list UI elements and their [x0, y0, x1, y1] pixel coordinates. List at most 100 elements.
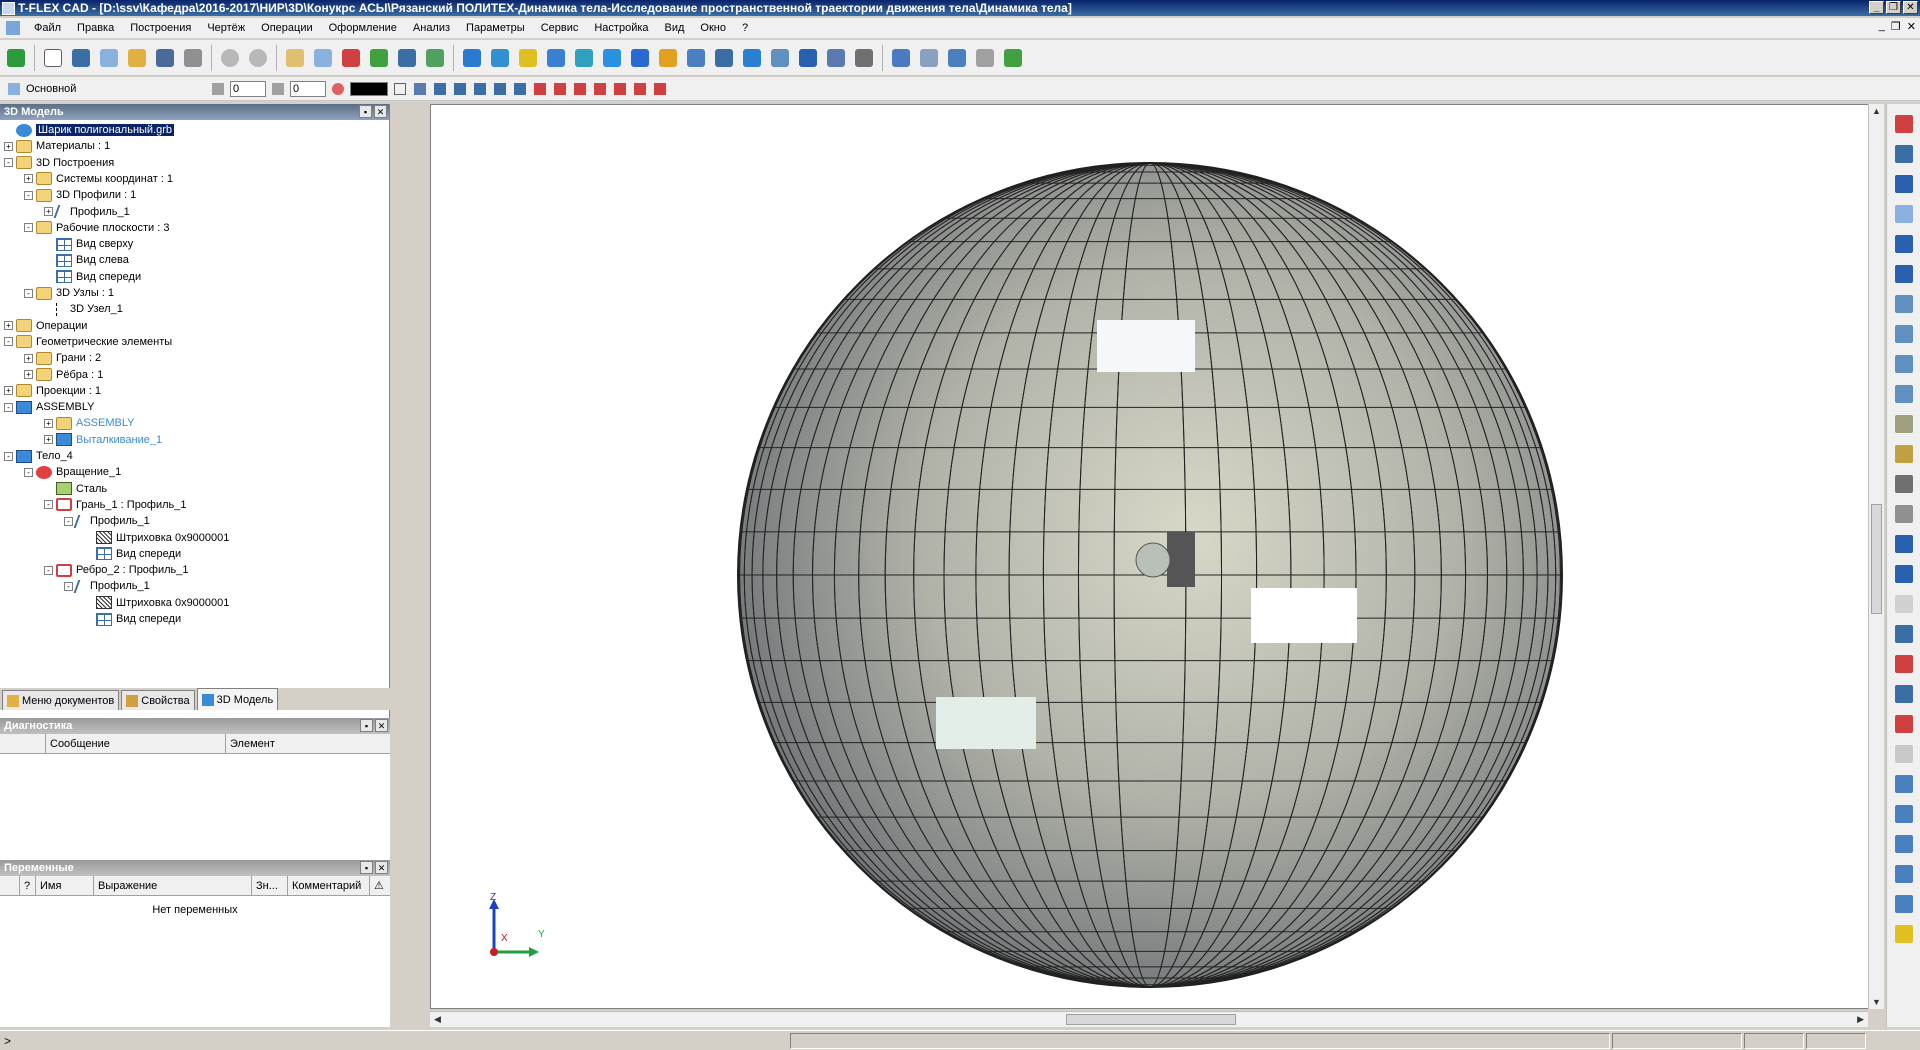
expand-icon[interactable]: +: [4, 386, 13, 396]
menu-help[interactable]: ?: [734, 22, 756, 34]
tree-item[interactable]: Вид спереди: [44, 269, 141, 285]
menu-analysis[interactable]: Анализ: [405, 22, 458, 34]
tree-item[interactable]: Вид спереди: [84, 611, 181, 627]
axis-icon[interactable]: [395, 46, 419, 70]
tree-item[interactable]: Штриховка 0x9000001: [84, 530, 229, 546]
var-col-expr[interactable]: Выражение: [94, 876, 252, 895]
level-field[interactable]: 0: [230, 80, 266, 97]
copy-icon[interactable]: [1892, 592, 1916, 616]
menu-design[interactable]: Оформление: [321, 22, 405, 34]
save-icon[interactable]: [153, 46, 177, 70]
menu-construct[interactable]: Построения: [122, 22, 199, 34]
tree-item[interactable]: - Грань_1 : Профиль_1: [44, 497, 187, 513]
window-grid-icon[interactable]: [1001, 46, 1025, 70]
snap-icon-2[interactable]: [452, 81, 468, 97]
tree-item[interactable]: - Профиль_1: [64, 578, 150, 594]
extrude-icon[interactable]: [460, 46, 484, 70]
tree-item[interactable]: - Геометрические элементы: [4, 334, 172, 350]
expand-icon[interactable]: +: [24, 353, 33, 363]
snap-icon-10[interactable]: [612, 81, 628, 97]
horizontal-scrollbar[interactable]: ◀ ▶: [430, 1011, 1868, 1027]
tree-item[interactable]: - Профиль_1: [64, 513, 150, 529]
document-icon[interactable]: [6, 21, 20, 35]
tree-item[interactable]: + Грани : 2: [24, 350, 101, 366]
rotate-icon[interactable]: [488, 46, 512, 70]
collapse-icon[interactable]: -: [24, 467, 33, 477]
undo-icon[interactable]: [218, 46, 242, 70]
collapse-icon[interactable]: -: [64, 516, 73, 526]
check-edges-icon[interactable]: [1892, 682, 1916, 706]
tree-item[interactable]: + Операции: [4, 318, 87, 334]
cut-icon[interactable]: [684, 46, 708, 70]
model-tree[interactable]: Шарик полигональный.grb + Материалы : 1 - 3D…: [0, 120, 389, 694]
command-prompt[interactable]: >: [0, 1034, 790, 1048]
tree-item[interactable]: + Рёбра : 1: [24, 367, 103, 383]
tree-item[interactable]: - 3D Узлы : 1: [24, 285, 114, 301]
tree-item[interactable]: 3D Узел_1: [44, 301, 123, 317]
tree-item[interactable]: + Проекции : 1: [4, 383, 101, 399]
body-operation-icon[interactable]: [740, 46, 764, 70]
check-body-icon[interactable]: [1892, 652, 1916, 676]
magnet-icon[interactable]: [1892, 112, 1916, 136]
mdi-minimize-button[interactable]: _: [1879, 20, 1885, 33]
surface-icon[interactable]: [768, 46, 792, 70]
priority-field[interactable]: 0: [290, 80, 326, 97]
menu-parameters[interactable]: Параметры: [458, 22, 533, 34]
snap-icon-8[interactable]: [572, 81, 588, 97]
3d-viewport[interactable]: Z Y X: [430, 104, 1874, 1009]
color-dropdown-icon[interactable]: [392, 81, 408, 97]
sphere-render[interactable]: Z Y X: [431, 105, 1874, 1009]
shield-icon[interactable]: [796, 46, 820, 70]
snap-icon-6[interactable]: [532, 81, 548, 97]
pin-icon[interactable]: ▪: [360, 719, 373, 732]
eraser-icon[interactable]: [283, 46, 307, 70]
constraint-icon[interactable]: [1892, 442, 1916, 466]
view-right-icon[interactable]: [1892, 862, 1916, 886]
menu-window[interactable]: Окно: [692, 22, 734, 34]
expand-icon[interactable]: +: [44, 418, 53, 428]
tree-item[interactable]: - Рабочие плоскости : 3: [24, 220, 169, 236]
collapse-icon[interactable]: -: [44, 565, 53, 575]
restore-button[interactable]: ❐: [1886, 1, 1901, 14]
calculator-icon[interactable]: [917, 46, 941, 70]
zoom-fit-icon[interactable]: [1892, 232, 1916, 256]
tree-item[interactable]: + Профиль_1: [44, 204, 130, 220]
var-col-comment[interactable]: Комментарий: [288, 876, 370, 895]
measure-icon[interactable]: [824, 46, 848, 70]
check-faces-icon[interactable]: [1892, 712, 1916, 736]
collapse-icon[interactable]: -: [24, 223, 33, 233]
mdi-close-button[interactable]: ✕: [1907, 20, 1916, 33]
tangent-icon[interactable]: [1892, 502, 1916, 526]
zoom-realtime-icon[interactable]: [1892, 382, 1916, 406]
tree-item[interactable]: - 3D Профили : 1: [24, 187, 136, 203]
tree-item[interactable]: + Выталкивание_1: [44, 432, 162, 448]
view-iso-icon[interactable]: [1892, 892, 1916, 916]
menu-service[interactable]: Сервис: [533, 22, 587, 34]
collapse-icon[interactable]: -: [44, 500, 53, 510]
minimize-button[interactable]: _: [1869, 1, 1884, 14]
document-window-icon[interactable]: [97, 46, 121, 70]
collapse-icon[interactable]: -: [24, 288, 33, 298]
tools-icon[interactable]: [973, 46, 997, 70]
view-left-icon[interactable]: [1892, 832, 1916, 856]
snap-icon-4[interactable]: [492, 81, 508, 97]
var-col-flag-icon[interactable]: [0, 876, 20, 895]
tree-item[interactable]: Штриховка 0x9000001: [84, 595, 229, 611]
shell-icon[interactable]: [656, 46, 680, 70]
filter-icon[interactable]: [412, 81, 428, 97]
tree-item[interactable]: + ASSEMBLY: [44, 415, 135, 431]
close-icon[interactable]: ✕: [375, 861, 388, 874]
var-col-q[interactable]: ?: [20, 876, 36, 895]
pin-icon[interactable]: ▪: [360, 861, 373, 874]
menu-file[interactable]: Файл: [26, 22, 69, 34]
zoom-out-icon[interactable]: [1892, 322, 1916, 346]
tree-item[interactable]: - 3D Построения: [4, 155, 114, 171]
checkmark-icon[interactable]: [4, 46, 28, 70]
zoom-extents-icon[interactable]: [1892, 262, 1916, 286]
menu-operations[interactable]: Операции: [253, 22, 320, 34]
collapse-icon[interactable]: -: [4, 337, 13, 347]
var-col-value[interactable]: Зн...: [252, 876, 288, 895]
view-top-icon[interactable]: [1892, 802, 1916, 826]
array-icon[interactable]: [628, 46, 652, 70]
expand-icon[interactable]: +: [24, 370, 33, 379]
